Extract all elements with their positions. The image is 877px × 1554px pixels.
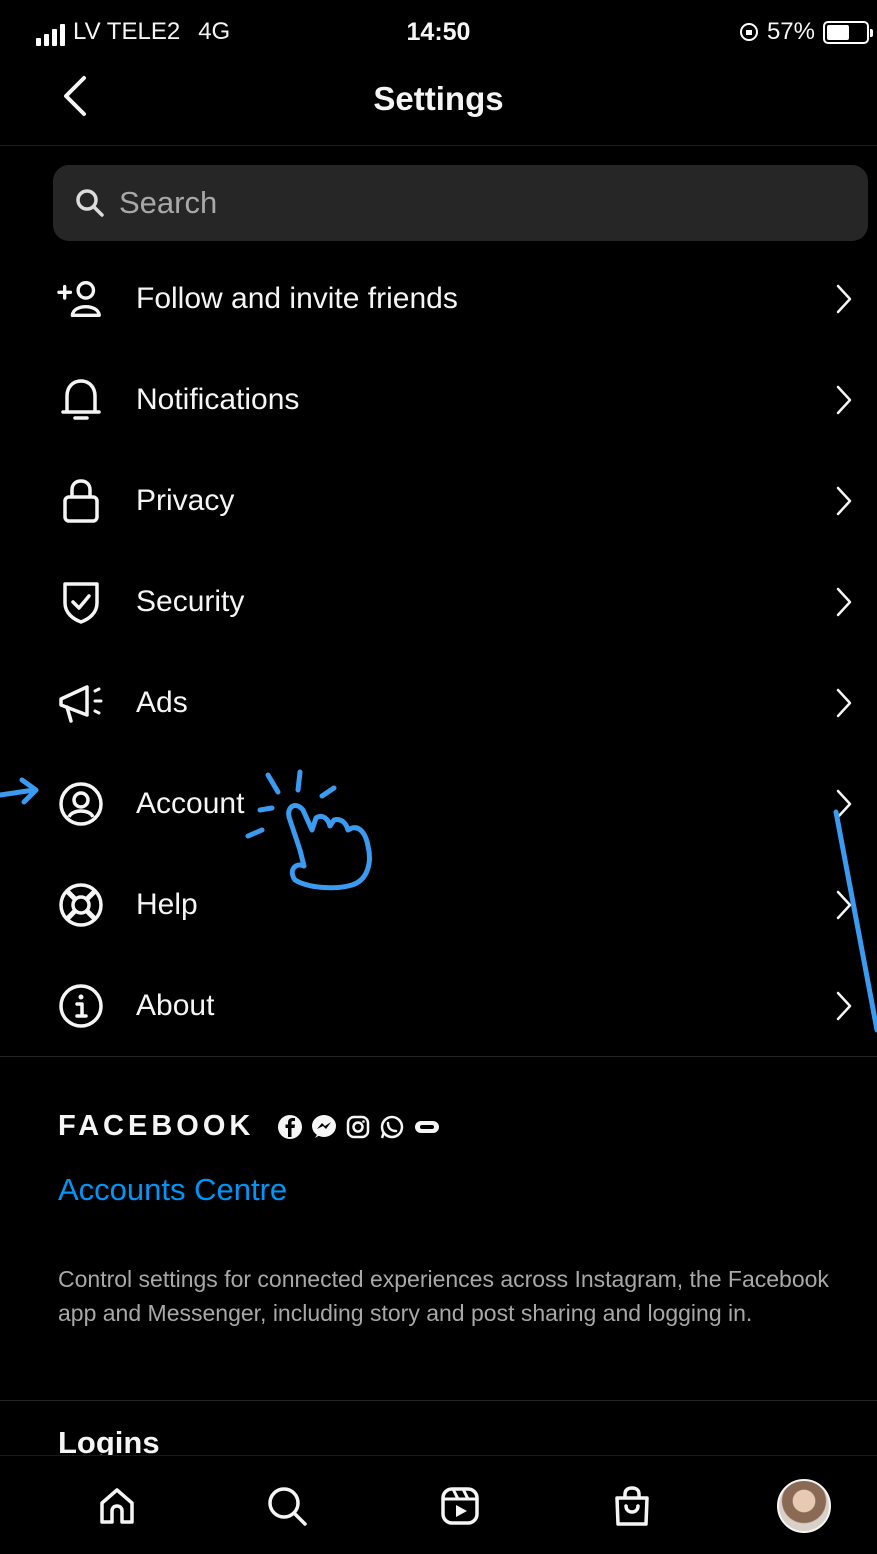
menu-item-follow-invite[interactable]: Follow and invite friends [0,248,877,349]
menu-item-ads[interactable]: Ads [0,652,877,753]
chevron-right-icon [836,587,852,616]
menu-item-about[interactable]: About [0,955,877,1056]
tab-shop[interactable] [604,1478,660,1534]
facebook-description: Control settings for connected experienc… [58,1266,829,1326]
facebook-header: FACEBOOK [58,1110,442,1143]
menu-item-security[interactable]: Security [0,551,877,652]
info-icon [57,982,105,1030]
tab-bar [0,1455,877,1554]
facebook-icon [278,1114,303,1139]
menu-label: About [136,988,215,1022]
messenger-icon [312,1114,337,1138]
chevron-right-icon [836,991,852,1020]
chevron-right-icon [836,688,852,717]
home-icon [100,1488,134,1524]
menu-label: Account [136,786,245,820]
menu-label: Privacy [136,483,235,517]
header: Settings [0,64,877,146]
facebook-family-icons [276,1113,442,1141]
menu-label: Help [136,887,198,921]
tab-search[interactable] [259,1478,315,1534]
search-icon [76,189,104,217]
add-person-icon [57,275,105,323]
battery-icon [823,20,873,44]
divider [0,1400,877,1401]
profile-avatar [777,1479,831,1533]
menu-label: Security [136,584,245,618]
tab-profile[interactable] [776,1478,832,1534]
rotation-lock-icon [739,23,758,41]
search-placeholder: Search [119,185,218,220]
page-title: Settings [373,80,504,117]
status-bar: LV TELE2 4G 14:50 57% [0,0,877,64]
menu-label: Notifications [136,382,300,416]
oculus-icon [415,1120,440,1133]
chevron-right-icon [836,385,852,414]
megaphone-icon [57,679,105,727]
lifebuoy-icon [57,881,105,929]
accounts-centre-link[interactable]: Accounts Centre [58,1172,287,1208]
shield-icon [57,578,105,626]
menu-item-notifications[interactable]: Notifications [0,349,877,450]
menu-item-account[interactable]: Account [0,753,877,854]
logins-heading: Logins [58,1425,160,1455]
tab-home[interactable] [89,1478,145,1534]
chevron-right-icon [836,890,852,919]
menu-item-privacy[interactable]: Privacy [0,450,877,551]
reels-icon [441,1487,479,1525]
lock-icon [57,477,105,525]
chevron-right-icon [836,789,852,818]
instagram-icon [347,1115,370,1138]
menu-label: Follow and invite friends [136,281,458,315]
facebook-section: FACEBOOK [58,1110,442,1143]
search-icon [268,1487,307,1526]
whatsapp-icon [381,1115,404,1138]
divider [0,1056,877,1057]
chevron-right-icon [836,486,852,515]
menu-item-help[interactable]: Help [0,854,877,955]
shop-icon [615,1486,649,1526]
bell-icon [57,376,105,424]
search-input[interactable]: Search [53,165,868,241]
account-icon [57,780,105,828]
facebook-brand: FACEBOOK [58,1110,255,1142]
battery-percent: 57% [766,18,815,45]
status-right: 57% [739,18,873,46]
tab-reels[interactable] [432,1478,488,1534]
chevron-right-icon [836,284,852,313]
menu-label: Ads [136,685,188,719]
